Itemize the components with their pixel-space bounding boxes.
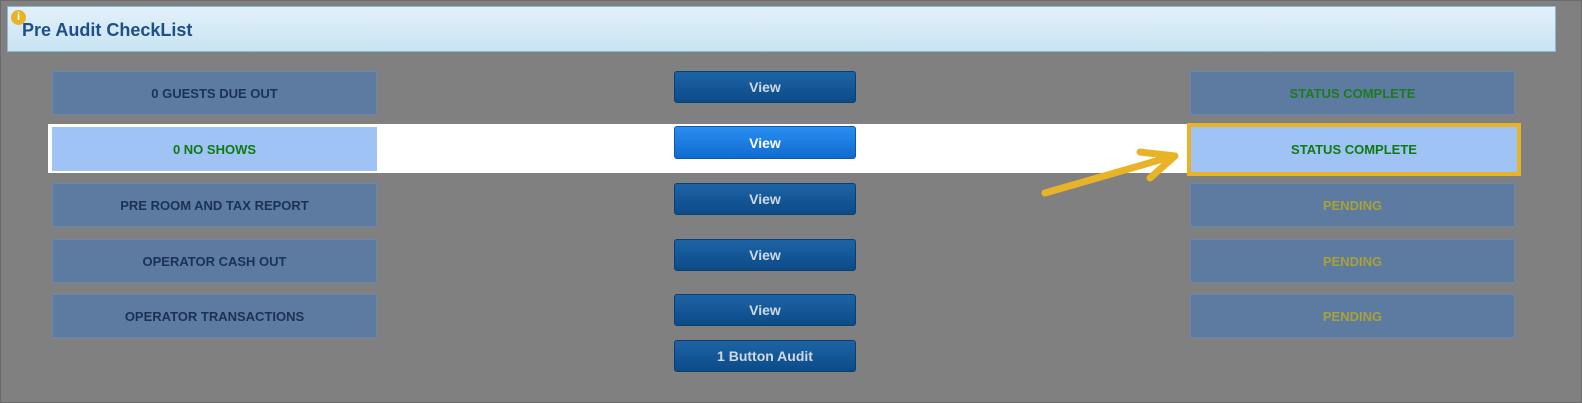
view-button[interactable]: View xyxy=(674,183,856,215)
view-button[interactable]: View xyxy=(674,239,856,271)
checklist-label-no-shows: 0 NO SHOWS xyxy=(52,127,377,171)
status-badge-no-shows: STATUS COMPLETE xyxy=(1187,123,1521,176)
status-badge: PENDING xyxy=(1190,183,1515,227)
page-title: Pre Audit CheckList xyxy=(22,20,193,40)
view-button[interactable]: View xyxy=(674,71,856,103)
checklist-label: 0 GUESTS DUE OUT xyxy=(52,71,377,115)
status-badge: STATUS COMPLETE xyxy=(1190,71,1515,115)
view-button[interactable]: View xyxy=(674,294,856,326)
info-icon: i xyxy=(11,10,26,25)
panel-header: Pre Audit CheckList xyxy=(7,6,1556,52)
checklist-label: OPERATOR TRANSACTIONS xyxy=(52,294,377,338)
view-button-no-shows[interactable]: View xyxy=(674,126,856,159)
checklist-label: PRE ROOM AND TAX REPORT xyxy=(52,183,377,227)
one-button-audit-button[interactable]: 1 Button Audit xyxy=(674,340,856,372)
arrow-pointer-icon xyxy=(1041,148,1179,197)
checklist-label: OPERATOR CASH OUT xyxy=(52,239,377,283)
status-badge: PENDING xyxy=(1190,294,1515,338)
status-badge: PENDING xyxy=(1190,239,1515,283)
